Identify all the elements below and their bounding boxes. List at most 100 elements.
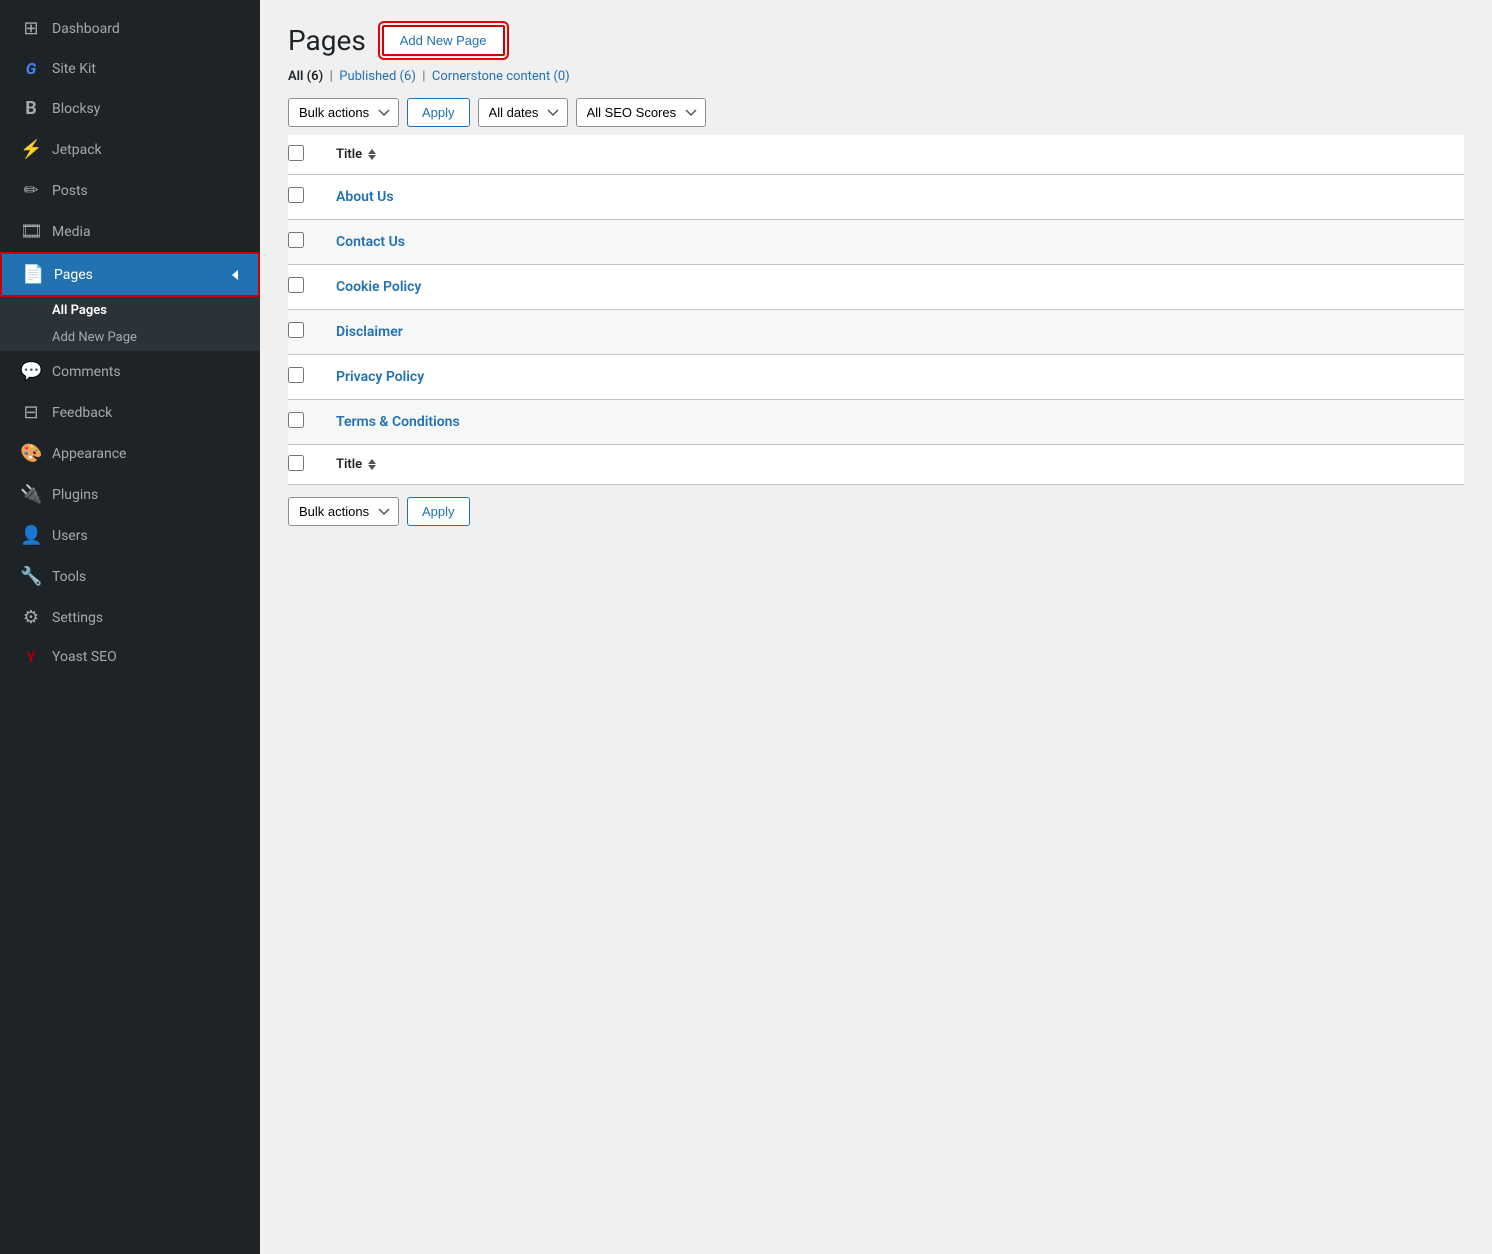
- sort-down-footer-icon: [368, 465, 376, 470]
- sidebar-item-comments[interactable]: 💬 Comments: [0, 351, 260, 392]
- sidebar-label-plugins: Plugins: [52, 487, 98, 503]
- feedback-icon: ⊟: [20, 402, 42, 423]
- table-row: About Us: [288, 175, 1464, 220]
- table-footer-title-row: Title: [288, 445, 1464, 485]
- sidebar-item-media[interactable]: 🎞 Media: [0, 211, 260, 252]
- sidebar-label-dashboard: Dashboard: [52, 21, 120, 37]
- footer-title-cell: Title: [328, 445, 1464, 485]
- row-checkbox-cell: [288, 400, 328, 445]
- pages-table-body: About Us Contact Us Cookie Policy Discla…: [288, 175, 1464, 445]
- sidebar-label-settings: Settings: [52, 610, 103, 626]
- page-title: Pages: [288, 24, 366, 57]
- page-title-link-6[interactable]: Terms & Conditions: [336, 414, 460, 430]
- all-seo-scores-select[interactable]: All SEO Scores: [576, 98, 706, 127]
- add-new-page-button[interactable]: Add New Page: [382, 25, 505, 56]
- select-all-checkbox-bottom[interactable]: [288, 455, 304, 471]
- sidebar: ⊞ Dashboard G Site Kit B Blocksy ⚡ Jetpa…: [0, 0, 260, 1254]
- jetpack-icon: ⚡: [20, 139, 42, 160]
- page-header: Pages Add New Page: [288, 24, 1464, 57]
- row-title-cell: Terms & Conditions: [328, 400, 1464, 445]
- page-title-link-5[interactable]: Privacy Policy: [336, 369, 424, 385]
- settings-icon: ⚙: [20, 607, 42, 628]
- row-checkbox-cell: [288, 265, 328, 310]
- sidebar-item-users[interactable]: 👤 Users: [0, 515, 260, 556]
- sidebar-item-posts[interactable]: ✏ Posts: [0, 170, 260, 211]
- sidebar-label-users: Users: [52, 528, 88, 544]
- all-dates-select[interactable]: All dates: [478, 98, 568, 127]
- row-checkbox-cell: [288, 355, 328, 400]
- page-title-link-3[interactable]: Cookie Policy: [336, 279, 421, 295]
- row-checkbox-6[interactable]: [288, 412, 304, 428]
- pages-arrow-icon: [232, 270, 238, 280]
- sidebar-item-tools[interactable]: 🔧 Tools: [0, 556, 260, 597]
- sidebar-label-tools: Tools: [52, 569, 86, 585]
- bulk-actions-select-top[interactable]: Bulk actions: [288, 98, 399, 127]
- table-row: Terms & Conditions: [288, 400, 1464, 445]
- sidebar-item-blocksy[interactable]: B Blocksy: [0, 88, 260, 129]
- sort-arrows-footer-icon: [368, 459, 376, 470]
- apply-button-top[interactable]: Apply: [407, 98, 470, 127]
- sort-down-icon: [368, 155, 376, 160]
- page-title-link-2[interactable]: Contact Us: [336, 234, 405, 250]
- sidebar-item-yoastseo[interactable]: Y Yoast SEO: [0, 638, 260, 676]
- row-checkbox-cell: [288, 175, 328, 220]
- submenu-add-new-page[interactable]: Add New Page: [0, 324, 260, 351]
- main-content: Pages Add New Page All (6) | Published (…: [260, 0, 1492, 1254]
- sidebar-label-feedback: Feedback: [52, 405, 112, 421]
- sidebar-label-sitekit: Site Kit: [52, 61, 96, 77]
- title-footer-label: Title: [336, 457, 362, 472]
- yoastseo-icon: Y: [20, 648, 42, 666]
- appearance-icon: 🎨: [20, 443, 42, 464]
- row-title-cell: About Us: [328, 175, 1464, 220]
- sidebar-nav: ⊞ Dashboard G Site Kit B Blocksy ⚡ Jetpa…: [0, 0, 260, 1254]
- row-checkbox-3[interactable]: [288, 277, 304, 293]
- row-checkbox-4[interactable]: [288, 322, 304, 338]
- page-title-link-1[interactable]: About Us: [336, 189, 394, 205]
- submenu-all-pages[interactable]: All Pages: [0, 297, 260, 324]
- footer-checkbox-cell: [288, 445, 328, 485]
- sidebar-item-feedback[interactable]: ⊟ Feedback: [0, 392, 260, 433]
- bottom-toolbar: Bulk actions Apply: [288, 497, 1464, 526]
- sitekit-icon: G: [20, 59, 42, 78]
- row-title-cell: Privacy Policy: [328, 355, 1464, 400]
- sidebar-label-media: Media: [52, 224, 91, 240]
- table-row: Contact Us: [288, 220, 1464, 265]
- sidebar-item-jetpack[interactable]: ⚡ Jetpack: [0, 129, 260, 170]
- pages-icon: 📄: [22, 264, 44, 285]
- row-checkbox-5[interactable]: [288, 367, 304, 383]
- apply-button-bottom[interactable]: Apply: [407, 497, 470, 526]
- pages-submenu: All Pages Add New Page: [0, 297, 260, 351]
- filter-published[interactable]: Published (6): [339, 69, 416, 84]
- sidebar-item-plugins[interactable]: 🔌 Plugins: [0, 474, 260, 515]
- select-all-checkbox[interactable]: [288, 145, 304, 161]
- table-row: Privacy Policy: [288, 355, 1464, 400]
- title-column-label: Title: [336, 147, 362, 162]
- sidebar-label-yoastseo: Yoast SEO: [52, 649, 117, 665]
- sidebar-label-jetpack: Jetpack: [52, 142, 102, 158]
- row-checkbox-2[interactable]: [288, 232, 304, 248]
- bulk-actions-select-bottom[interactable]: Bulk actions: [288, 497, 399, 526]
- row-title-cell: Cookie Policy: [328, 265, 1464, 310]
- row-checkbox-1[interactable]: [288, 187, 304, 203]
- filter-all[interactable]: All (6): [288, 69, 323, 84]
- sort-arrows-icon: [368, 149, 376, 160]
- sort-up-icon: [368, 149, 376, 154]
- sidebar-item-sitekit[interactable]: G Site Kit: [0, 49, 260, 88]
- row-title-cell: Contact Us: [328, 220, 1464, 265]
- media-icon: 🎞: [20, 221, 42, 242]
- row-title-cell: Disclaimer: [328, 310, 1464, 355]
- sidebar-item-dashboard[interactable]: ⊞ Dashboard: [0, 8, 260, 49]
- blocksy-icon: B: [20, 98, 42, 119]
- dashboard-icon: ⊞: [20, 18, 42, 39]
- sidebar-label-comments: Comments: [52, 364, 121, 380]
- row-checkbox-cell: [288, 310, 328, 355]
- sidebar-item-appearance[interactable]: 🎨 Appearance: [0, 433, 260, 474]
- page-title-link-4[interactable]: Disclaimer: [336, 324, 403, 340]
- row-checkbox-cell: [288, 220, 328, 265]
- table-header-row: Title: [288, 135, 1464, 175]
- sidebar-item-settings[interactable]: ⚙ Settings: [0, 597, 260, 638]
- filter-cornerstone[interactable]: Cornerstone content (0): [432, 69, 570, 84]
- table-row: Cookie Policy: [288, 265, 1464, 310]
- sidebar-label-blocksy: Blocksy: [52, 101, 100, 117]
- sidebar-item-pages[interactable]: 📄 Pages: [0, 252, 260, 297]
